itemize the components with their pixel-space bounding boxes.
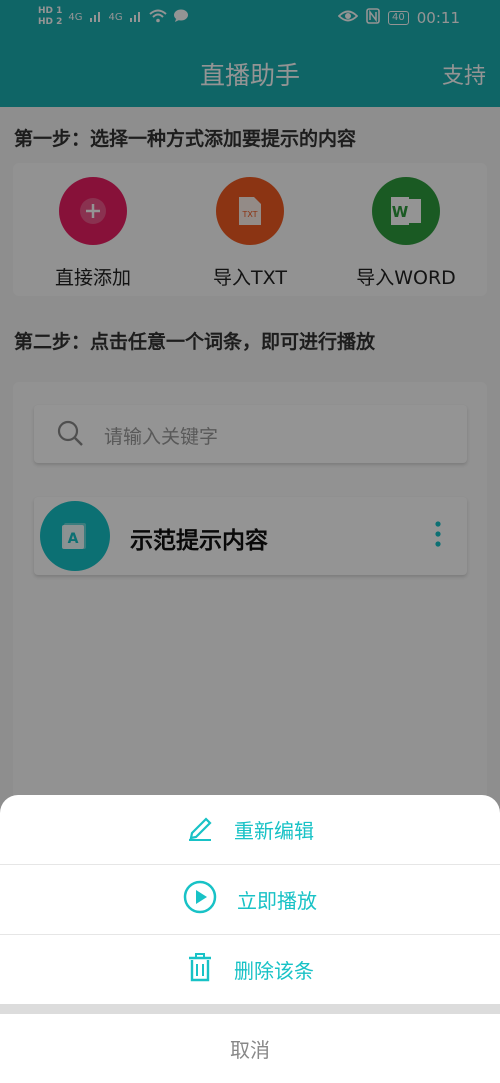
delete-label: 删除该条: [234, 959, 314, 983]
sheet-gap: [0, 1004, 500, 1014]
play-button[interactable]: 立即播放: [0, 865, 500, 934]
action-sheet: 重新编辑 立即播放 删除该条 取消: [0, 795, 500, 1083]
delete-button[interactable]: 删除该条: [0, 935, 500, 1004]
edit-label: 重新编辑: [234, 819, 314, 843]
play-label: 立即播放: [237, 889, 317, 913]
trash-icon: [186, 951, 214, 988]
cancel-button[interactable]: 取消: [0, 1014, 500, 1083]
play-icon: [183, 880, 217, 919]
overlay-top[interactable]: [0, 0, 500, 107]
edit-icon: [186, 813, 214, 846]
edit-button[interactable]: 重新编辑: [0, 795, 500, 864]
